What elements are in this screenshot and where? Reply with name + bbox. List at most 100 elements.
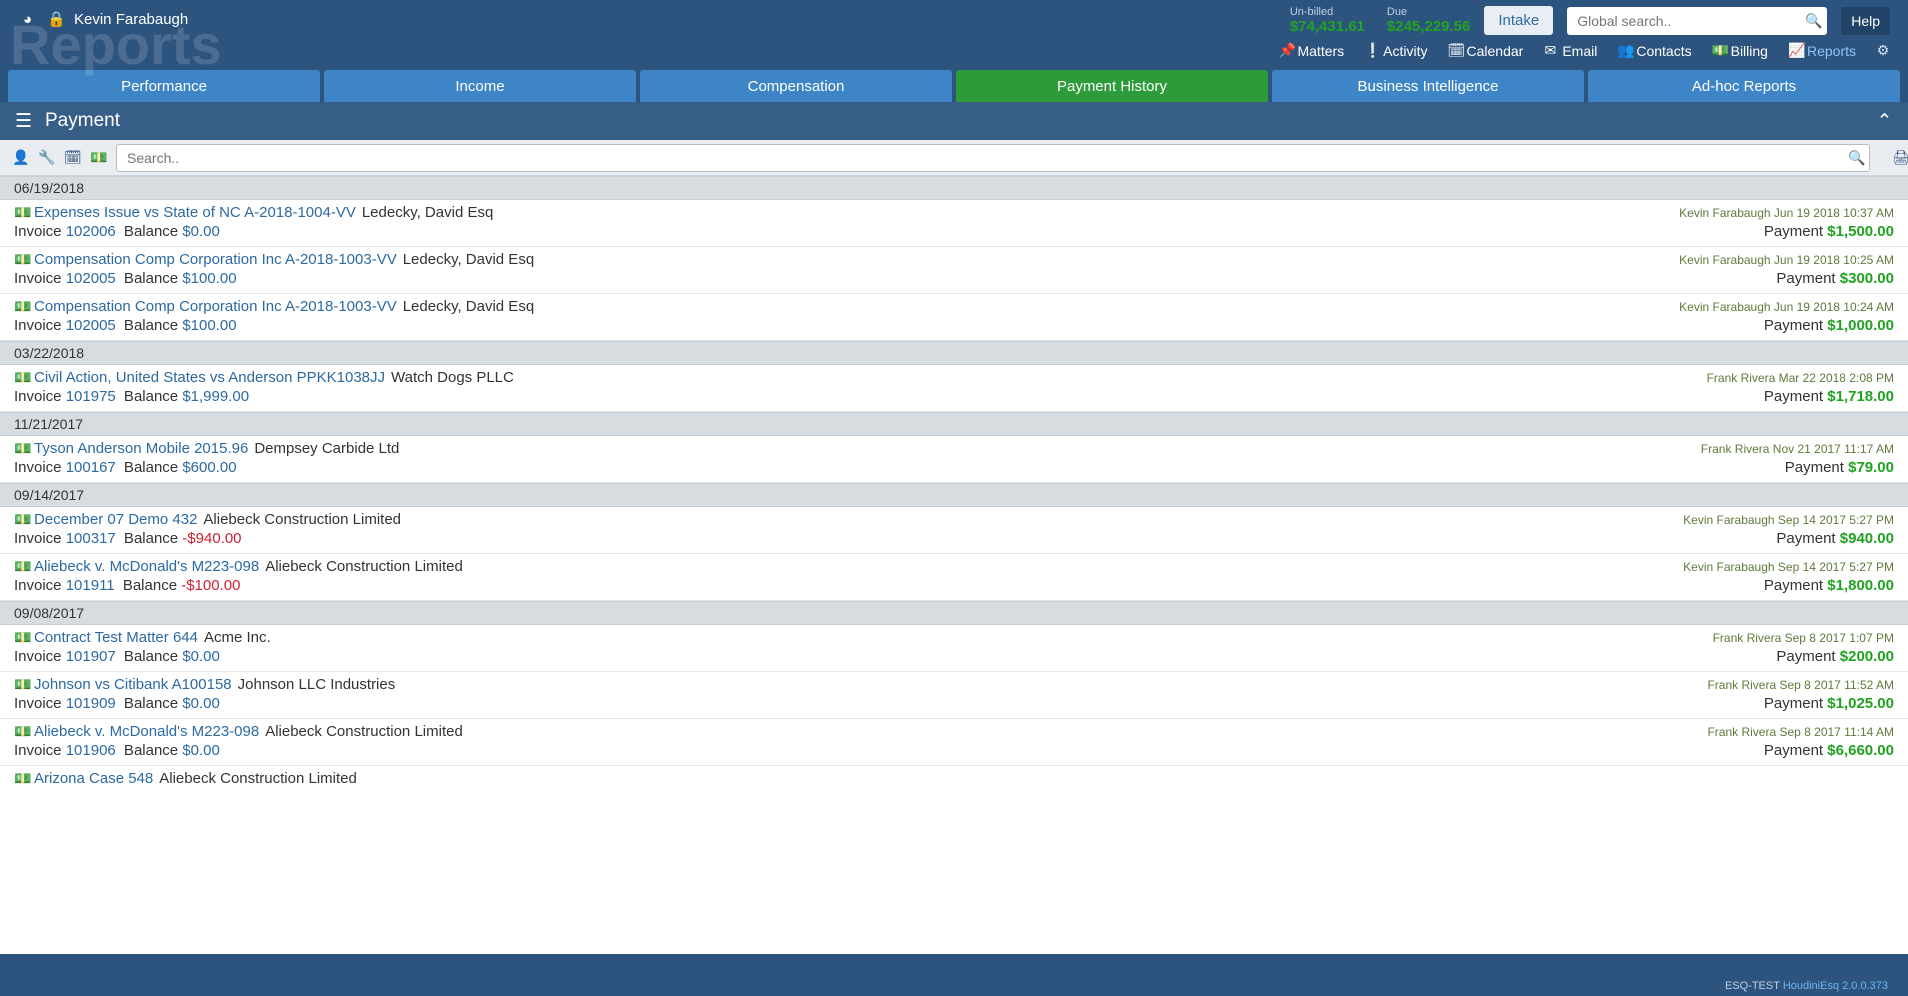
invoice-label: Invoice: [14, 459, 66, 476]
nav-billing[interactable]: 💵Billing: [1712, 42, 1768, 59]
invoice-link[interactable]: 102005: [66, 317, 116, 334]
payment-label: Payment: [1764, 317, 1827, 334]
payment-list[interactable]: 06/19/2018💵Expenses Issue vs State of NC…: [0, 176, 1908, 956]
cash-icon: 💵: [1712, 42, 1726, 59]
party-name: Acme Inc.: [204, 629, 271, 646]
party-name: Ledecky, David Esq: [403, 251, 534, 268]
date-group-header: 03/22/2018: [0, 341, 1908, 365]
entry-meta: Frank Rivera Nov 21 2017 11:17 AM: [1701, 442, 1894, 456]
matter-link[interactable]: Compensation Comp Corporation Inc A-2018…: [34, 251, 397, 268]
nav-settings[interactable]: ⚙: [1876, 42, 1890, 59]
payment-entry: 💵Compensation Comp Corporation Inc A-201…: [0, 294, 1908, 341]
people-icon: 👥: [1617, 42, 1631, 59]
collapse-icon[interactable]: ⌃: [1875, 110, 1894, 133]
payment-label: Payment: [1764, 742, 1827, 759]
payment-entry: 💵Arizona Case 548 Aliebeck Construction …: [0, 766, 1908, 788]
invoice-link[interactable]: 101909: [66, 695, 116, 712]
invoice-link[interactable]: 101911: [66, 577, 115, 594]
party-name: Dempsey Carbide Ltd: [254, 440, 399, 457]
footer-product: HoudiniEsq 2.0.0.373: [1783, 980, 1888, 992]
matter-link[interactable]: Aliebeck v. McDonald's M223-098: [34, 723, 259, 740]
matter-link[interactable]: Compensation Comp Corporation Inc A-2018…: [34, 298, 397, 315]
invoice-link[interactable]: 100317: [66, 530, 116, 547]
tab-ad-hoc-reports[interactable]: Ad-hoc Reports: [1588, 70, 1900, 102]
payment-label: Payment: [1764, 388, 1827, 405]
cash-icon: 💵: [14, 511, 28, 528]
payment-entry: 💵Johnson vs Citibank A100158 Johnson LLC…: [0, 672, 1908, 719]
nav-activity[interactable]: ❕Activity: [1364, 42, 1427, 59]
search-icon[interactable]: 🔍: [1848, 149, 1862, 166]
nav-calendar[interactable]: 🗓Calendar: [1448, 42, 1524, 59]
payment-entry: 💵 Compensation Comp Corporation Inc A-201…: [0, 247, 1908, 294]
nav-matters[interactable]: 📌Matters: [1278, 42, 1344, 59]
invoice-label: Invoice: [14, 317, 66, 334]
invoice-label: Invoice: [14, 648, 66, 665]
payment-entry: 💵Tyson Anderson Mobile 2015.96 Dempsey C…: [0, 436, 1908, 483]
tab-performance[interactable]: Performance: [8, 70, 320, 102]
matter-link[interactable]: December 07 Demo 432: [34, 511, 197, 528]
section-header: ☰ Payment ⌃: [0, 102, 1908, 140]
matter-link[interactable]: Johnson vs Citibank A100158: [34, 676, 232, 693]
nav-reports[interactable]: 📈Reports: [1788, 42, 1856, 59]
person-filter-icon[interactable]: 👤: [12, 149, 26, 166]
party-name: Ledecky, David Esq: [403, 298, 534, 315]
tab-payment-history[interactable]: Payment History: [956, 70, 1268, 102]
unbilled-value[interactable]: $74,431.61: [1290, 18, 1365, 35]
due-value[interactable]: $245,229.56: [1387, 18, 1470, 35]
payment-value: $1,025.00: [1827, 695, 1894, 712]
help-button[interactable]: Help: [1841, 7, 1890, 35]
matter-link[interactable]: Tyson Anderson Mobile 2015.96: [34, 440, 248, 457]
payment-filter-icon[interactable]: 💵: [90, 149, 104, 166]
invoice-link[interactable]: 102005: [66, 270, 116, 287]
tag-filter-icon[interactable]: 🔧: [38, 149, 52, 166]
invoice-link[interactable]: 100167: [66, 459, 116, 476]
date-filter-icon[interactable]: 🗓: [64, 149, 78, 166]
cash-icon: 💵: [14, 723, 28, 740]
billing-summary: Un-billed $74,431.61 Due $245,229.56: [1290, 6, 1471, 35]
balance-label: Balance: [120, 530, 183, 547]
payment-label: Payment: [1785, 459, 1848, 476]
payment-entry: 💵Aliebeck v. McDonald's M223-098 Aliebec…: [0, 554, 1908, 601]
invoice-label: Invoice: [14, 223, 66, 240]
section-title: Payment: [45, 110, 120, 132]
matter-link[interactable]: Expenses Issue vs State of NC A-2018-100…: [34, 204, 356, 221]
hamburger-icon[interactable]: ☰: [14, 110, 33, 133]
report-tabs: PerformanceIncomeCompensationPayment His…: [0, 70, 1908, 102]
invoice-label: Invoice: [14, 577, 66, 594]
clock-icon[interactable]: ◕: [20, 11, 35, 28]
tab-business-intelligence[interactable]: Business Intelligence: [1272, 70, 1584, 102]
payment-entry: 💵Aliebeck v. McDonald's M223-098 Aliebec…: [0, 719, 1908, 766]
invoice-label: Invoice: [14, 530, 66, 547]
invoice-link[interactable]: 102006: [66, 223, 116, 240]
entry-meta: Kevin Farabaugh Jun 19 2018 10:24 AM: [1679, 300, 1894, 314]
balance-label: Balance: [120, 695, 183, 712]
cash-icon: 💵: [14, 251, 28, 268]
cash-icon: 💵: [14, 204, 28, 221]
footer: ESQ-TEST HoudiniEsq 2.0.0.373: [1725, 980, 1888, 992]
matter-link[interactable]: Civil Action, United States vs Anderson …: [34, 369, 385, 386]
intake-button[interactable]: Intake: [1484, 6, 1553, 35]
print-icon[interactable]: 🖨: [1882, 149, 1896, 166]
invoice-link[interactable]: 101975: [66, 388, 116, 405]
nav-contacts-label: Contacts: [1636, 43, 1691, 59]
payment-value: $1,000.00: [1827, 317, 1894, 334]
nav-calendar-label: Calendar: [1467, 43, 1524, 59]
filter-search-input[interactable]: [116, 144, 1870, 172]
tab-income[interactable]: Income: [324, 70, 636, 102]
payment-label: Payment: [1776, 648, 1839, 665]
global-search-input[interactable]: [1567, 7, 1827, 35]
nav-matters-label: Matters: [1297, 43, 1344, 59]
matter-link[interactable]: Contract Test Matter 644: [34, 629, 198, 646]
global-search-wrap: 🔍: [1567, 7, 1827, 35]
search-icon[interactable]: 🔍: [1805, 12, 1819, 29]
tab-compensation[interactable]: Compensation: [640, 70, 952, 102]
matter-link[interactable]: Arizona Case 548: [34, 770, 153, 787]
matter-link[interactable]: Aliebeck v. McDonald's M223-098: [34, 558, 259, 575]
invoice-link[interactable]: 101907: [66, 648, 116, 665]
payment-value: $200.00: [1840, 648, 1894, 665]
user-name[interactable]: Kevin Farabaugh: [74, 11, 188, 28]
invoice-link[interactable]: 101906: [66, 742, 116, 759]
nav-email[interactable]: ✉Email: [1543, 42, 1597, 59]
nav-contacts[interactable]: 👥 Contacts: [1617, 42, 1691, 59]
lock-icon[interactable]: 🔒: [47, 10, 62, 28]
